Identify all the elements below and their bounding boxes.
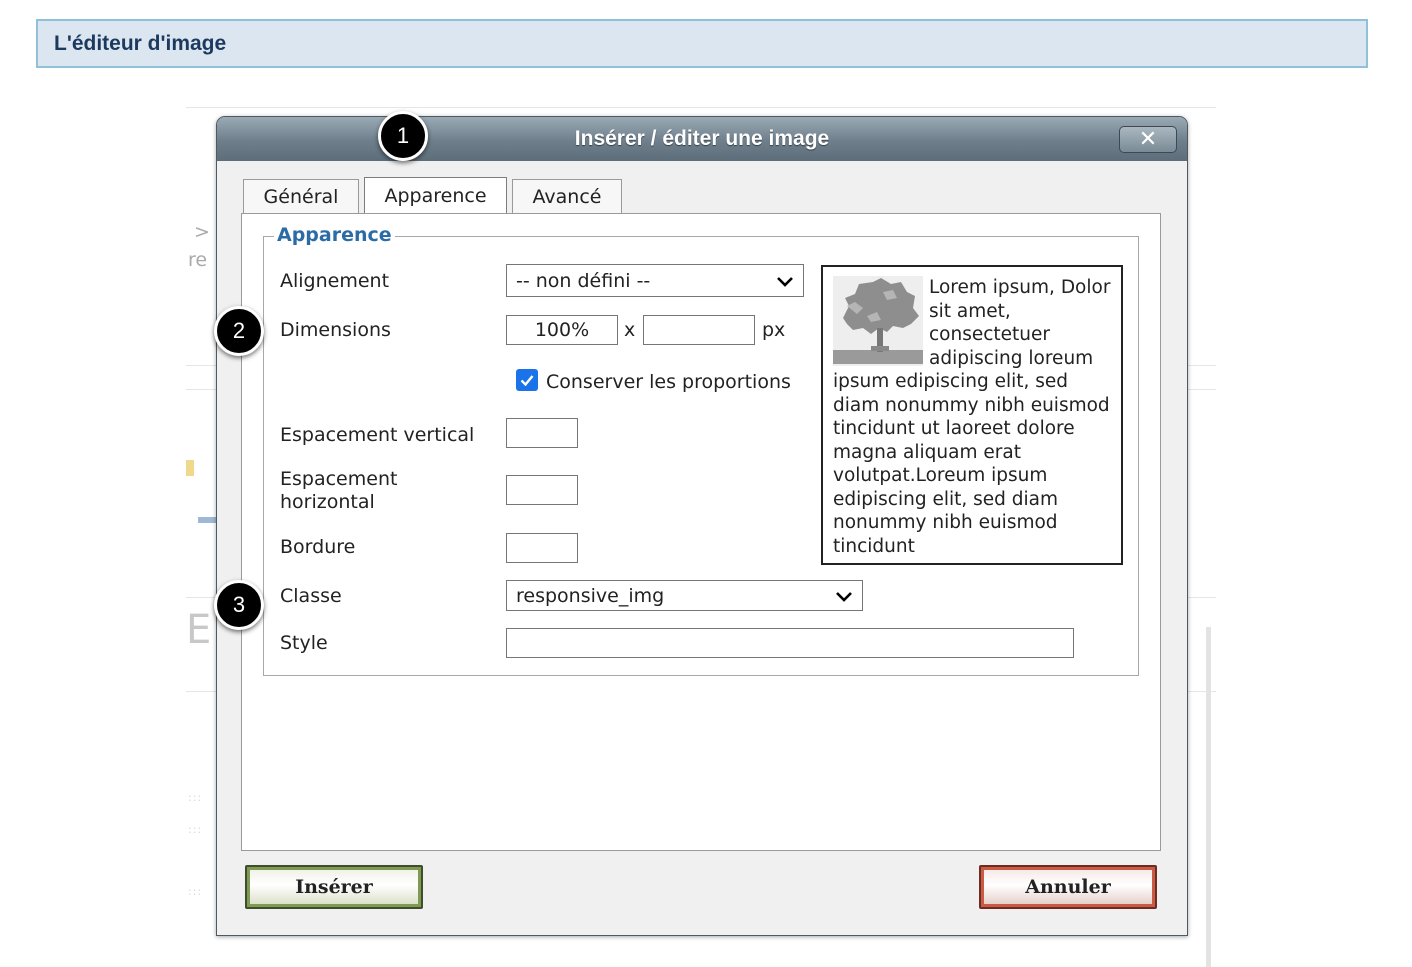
- close-icon: ✕: [1138, 126, 1158, 152]
- chevron-down-icon: [777, 277, 793, 287]
- image-preview: Lorem ipsum, Dolor sit amet, consectetue…: [821, 265, 1123, 565]
- dimensions-unit: px: [762, 319, 786, 341]
- hspace-label-line2: horizontal: [280, 491, 375, 513]
- tab-appearance[interactable]: Apparence: [364, 177, 507, 213]
- bg-text: E: [186, 607, 212, 653]
- height-input[interactable]: [643, 315, 755, 345]
- vspace-input[interactable]: [506, 418, 578, 448]
- class-select[interactable]: responsive_img: [506, 580, 863, 611]
- cancel-button[interactable]: Annuler: [979, 865, 1157, 909]
- width-input[interactable]: 100%: [506, 315, 618, 345]
- bg-text: re: [188, 249, 208, 271]
- bg-bar-icon: [198, 517, 216, 523]
- bg-dots-icon: :::: [188, 885, 203, 898]
- close-button[interactable]: ✕: [1119, 126, 1177, 153]
- callout-marker-3: 3: [214, 580, 264, 630]
- keep-ratio-label[interactable]: Conserver les proportions: [546, 371, 791, 393]
- bg-dots-icon: :::: [188, 823, 203, 836]
- bg-text: >: [194, 221, 210, 243]
- tab-bar: Général Apparence Avancé: [243, 177, 622, 213]
- alignment-value: -- non défini --: [516, 269, 651, 292]
- callout-marker-1: 1: [378, 111, 428, 161]
- chevron-down-icon: [836, 592, 852, 602]
- hspace-input[interactable]: [506, 475, 578, 505]
- bg-dots-icon: :::: [188, 791, 203, 804]
- alignment-label: Alignement: [280, 270, 390, 292]
- callout-marker-2: 2: [214, 306, 264, 356]
- vspace-label: Espacement vertical: [280, 424, 475, 446]
- tab-general[interactable]: Général: [243, 179, 359, 213]
- dimensions-separator: x: [624, 319, 636, 341]
- style-label: Style: [280, 632, 328, 654]
- width-value: 100%: [534, 319, 590, 341]
- image-dialog: Insérer / éditer une image ✕ Général App…: [216, 116, 1188, 936]
- tab-panel: Apparence Alignement -- non défini -- Di…: [241, 213, 1161, 851]
- section-title: L'éditeur d'image: [54, 31, 227, 55]
- hspace-label-line1: Espacement: [280, 468, 398, 490]
- class-value: responsive_img: [516, 584, 665, 607]
- dialog-title: Insérer / éditer une image: [574, 127, 830, 150]
- section-header: L'éditeur d'image: [36, 19, 1368, 68]
- border-label: Bordure: [280, 536, 356, 558]
- appearance-fieldset: Apparence Alignement -- non défini -- Di…: [263, 224, 1139, 676]
- style-input[interactable]: [506, 628, 1074, 658]
- insert-button[interactable]: Insérer: [245, 865, 423, 909]
- dimensions-label: Dimensions: [280, 319, 391, 341]
- bg-divider: [186, 107, 1216, 108]
- tree-image-icon: [833, 276, 923, 366]
- fieldset-legend: Apparence: [274, 224, 395, 246]
- border-input[interactable]: [506, 533, 578, 563]
- bg-scrollbar: [1206, 627, 1211, 967]
- dialog-titlebar[interactable]: Insérer / éditer une image ✕: [217, 117, 1187, 161]
- tab-advanced[interactable]: Avancé: [512, 179, 622, 213]
- class-label: Classe: [280, 585, 342, 607]
- alignment-select[interactable]: -- non défini --: [506, 264, 804, 297]
- check-icon: [520, 375, 534, 387]
- keep-ratio-checkbox[interactable]: [516, 369, 538, 391]
- bg-folder-icon: [186, 460, 194, 476]
